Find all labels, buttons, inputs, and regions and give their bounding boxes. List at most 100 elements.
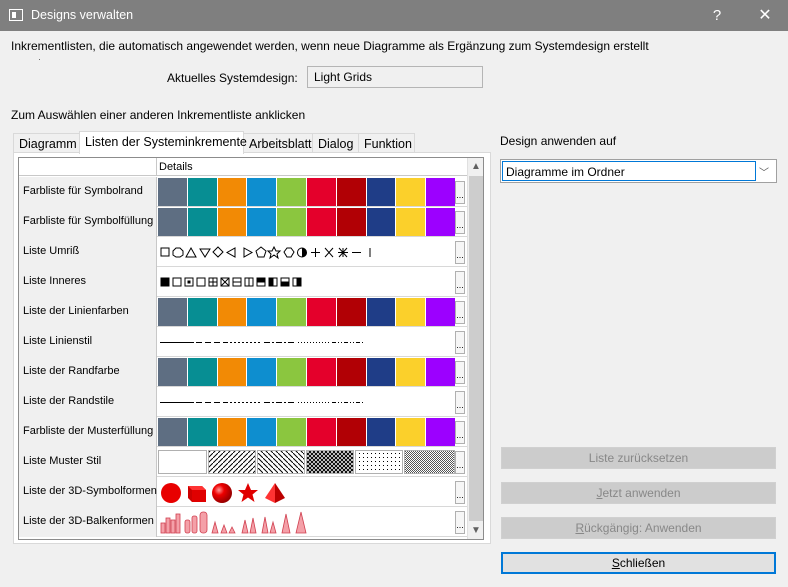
ellipsis-button[interactable]: ... xyxy=(455,391,465,414)
grid-row-3d-symbol-shapes[interactable]: Liste der 3D-Symbolformen ... xyxy=(19,477,467,507)
color-swatch xyxy=(186,358,217,386)
color-swatch xyxy=(276,208,306,236)
color-swatch xyxy=(395,178,426,206)
color-swatch xyxy=(365,358,396,386)
grid-row-pattern-styles[interactable]: Liste Muster Stil ... xyxy=(19,447,467,477)
outline-symbols xyxy=(158,238,455,266)
ellipsis-button[interactable]: ... xyxy=(455,211,465,234)
color-swatch xyxy=(365,208,396,236)
undo-accel: R xyxy=(575,521,585,535)
color-swatch xyxy=(395,358,426,386)
color-swatch xyxy=(335,208,366,236)
grid-row-border-styles[interactable]: Liste der Randstile ... xyxy=(19,387,467,417)
pattern-styles-icon xyxy=(158,450,455,474)
undo-apply-button[interactable]: Rückgängig: Anwenden xyxy=(501,517,776,539)
color-swatches xyxy=(158,178,455,206)
color-swatch xyxy=(276,358,306,386)
grid-row-symbol-border-colors[interactable]: Farbliste für Symbolrand ... xyxy=(19,177,467,207)
color-swatch xyxy=(216,178,247,206)
color-swatch xyxy=(246,418,277,446)
system-design-label: Aktuelles Systemdesign: xyxy=(167,71,298,85)
tab-panel: Details Farbliste für Symbolrand ... Far… xyxy=(13,152,491,544)
tab-funktion[interactable]: Funktion xyxy=(358,133,415,153)
row-label: Farbliste der Musterfüllung xyxy=(19,417,157,447)
color-swatch xyxy=(158,178,187,206)
color-swatch xyxy=(305,178,336,206)
color-swatch xyxy=(158,298,187,326)
ellipsis-button[interactable]: ... xyxy=(455,331,465,354)
color-swatch xyxy=(425,358,455,386)
3d-bar-shapes xyxy=(158,508,455,536)
grid-row-line-styles[interactable]: Liste Linienstil ... xyxy=(19,327,467,357)
ellipsis-button[interactable]: ... xyxy=(455,181,465,204)
row-label: Liste der Linienfarben xyxy=(19,297,157,327)
color-swatch xyxy=(186,298,217,326)
column-header-details: Details xyxy=(157,158,467,176)
apply-now-button[interactable]: Jetzt anwenden xyxy=(501,482,776,504)
help-button[interactable]: ? xyxy=(694,0,740,31)
color-swatch xyxy=(186,178,217,206)
color-swatch xyxy=(246,208,277,236)
grid-row-symbol-fill-colors[interactable]: Farbliste für Symbolfüllung ... xyxy=(19,207,467,237)
close-window-button[interactable]: ✕ xyxy=(742,0,788,31)
row-label: Liste Muster Stil xyxy=(19,447,157,477)
chevron-down-icon[interactable]: ﹀ xyxy=(759,164,769,179)
color-swatch xyxy=(216,298,247,326)
3d-symbol-shapes-icon xyxy=(161,483,285,503)
tab-dialog[interactable]: Dialog xyxy=(312,133,359,153)
color-swatch xyxy=(365,418,396,446)
close-accel: S xyxy=(611,556,620,570)
color-swatch xyxy=(305,298,336,326)
row-label: Liste Linienstil xyxy=(19,327,157,357)
color-swatch xyxy=(216,208,247,236)
color-swatch xyxy=(276,178,306,206)
grid-row-pattern-fill-colors[interactable]: Farbliste der Musterfüllung ... xyxy=(19,417,467,447)
tab-arbeitsblatt[interactable]: Arbeitsblatt xyxy=(243,133,313,153)
interior-symbols-icon xyxy=(160,277,302,287)
ellipsis-button[interactable]: ... xyxy=(455,481,465,504)
ellipsis-button[interactable]: ... xyxy=(455,511,465,534)
ellipsis-button[interactable]: ... xyxy=(455,271,465,294)
scroll-up-arrow-icon[interactable]: ▲ xyxy=(468,158,483,175)
color-swatch xyxy=(425,418,455,446)
system-design-value: Light Grids xyxy=(307,66,483,88)
color-swatch xyxy=(365,298,396,326)
interior-symbols xyxy=(158,268,455,296)
color-swatch xyxy=(246,298,277,326)
tab-diagramm[interactable]: Diagramm xyxy=(13,133,80,153)
color-swatch xyxy=(216,358,247,386)
line-styles-icon xyxy=(160,342,364,343)
grid-row-interior-list[interactable]: Liste Inneres ... xyxy=(19,267,467,297)
color-swatch xyxy=(246,178,277,206)
apply-target-value[interactable]: Diagramme im Ordner xyxy=(502,161,756,181)
reset-list-button[interactable]: Liste zurücksetzen xyxy=(501,447,776,469)
color-swatch xyxy=(305,418,336,446)
color-swatches xyxy=(158,418,455,446)
color-swatch xyxy=(158,208,187,236)
tab-systeminkremente[interactable]: Listen der Systeminkremente xyxy=(79,131,247,154)
increment-grid: Details Farbliste für Symbolrand ... Far… xyxy=(18,157,484,540)
ellipsis-button[interactable]: ... xyxy=(455,421,465,444)
ellipsis-button[interactable]: ... xyxy=(455,451,465,474)
pattern-styles xyxy=(158,448,455,476)
color-swatches xyxy=(158,358,455,386)
grid-row-border-colors[interactable]: Liste der Randfarbe ... xyxy=(19,357,467,387)
color-swatch xyxy=(305,358,336,386)
grid-scrollbar[interactable]: ▲ ▼ xyxy=(467,158,483,539)
grid-row-3d-bar-shapes[interactable]: Liste der 3D-Balkenformen ... xyxy=(19,507,467,537)
scroll-thumb[interactable] xyxy=(469,176,483,521)
ellipsis-button[interactable]: ... xyxy=(455,301,465,324)
row-label: Farbliste für Symbolrand xyxy=(19,177,157,207)
3d-bar-shapes-icon xyxy=(160,511,307,534)
scroll-down-arrow-icon[interactable]: ▼ xyxy=(468,522,483,539)
color-swatch xyxy=(425,178,455,206)
apply-target-dropdown[interactable]: Diagramme im Ordner ﹀ xyxy=(500,159,777,183)
window-title: Designs verwalten xyxy=(31,8,134,22)
color-swatch xyxy=(186,208,217,236)
close-button[interactable]: Schließen xyxy=(501,552,776,574)
ellipsis-button[interactable]: ... xyxy=(455,361,465,384)
grid-row-line-colors[interactable]: Liste der Linienfarben ... xyxy=(19,297,467,327)
3d-symbol-shapes xyxy=(158,478,455,506)
grid-row-outline-list[interactable]: Liste Umriß ... xyxy=(19,237,467,267)
ellipsis-button[interactable]: ... xyxy=(455,241,465,264)
